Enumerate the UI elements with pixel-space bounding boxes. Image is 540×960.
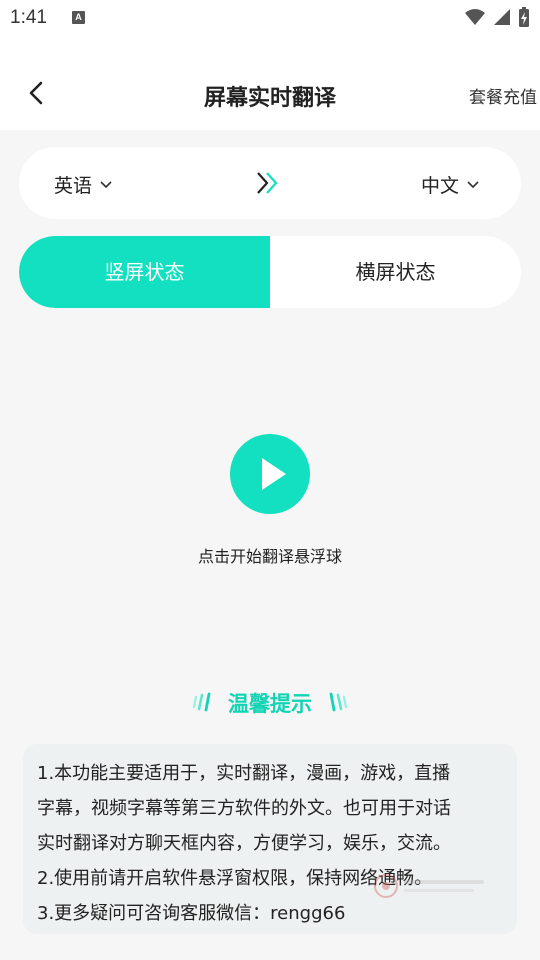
target-language-dropdown[interactable]: 中文	[421, 171, 479, 198]
start-floating-ball-button[interactable]	[230, 434, 310, 514]
battery-icon	[519, 7, 529, 27]
play-icon	[262, 458, 286, 490]
target-language-label: 中文	[421, 175, 460, 197]
package-topup-button[interactable]: 套餐充值	[469, 83, 537, 108]
tab-portrait[interactable]: 竖屏状态	[19, 236, 270, 308]
tip-line: 1.本功能主要适用于，实时翻译，漫画，游戏，直播	[37, 763, 451, 784]
source-language-dropdown[interactable]: 英语	[54, 171, 112, 198]
status-icons	[464, 6, 530, 28]
status-time: 1:41	[10, 7, 47, 28]
status-bar: 1:41 A	[0, 0, 540, 36]
tips-title: 温馨提示	[228, 692, 312, 716]
page-title: 屏幕实时翻译	[203, 86, 336, 111]
notification-icon: A	[72, 11, 85, 24]
play-caption: 点击开始翻译悬浮球	[197, 547, 342, 566]
wifi-icon	[465, 9, 485, 25]
tip-line: 3.更多疑问可咨询客服微信：rengg66	[37, 903, 346, 924]
tip-line: 实时翻译对方聊天框内容，方便学习，娱乐，交流。	[37, 833, 451, 854]
tip-line: 字幕，视频字幕等第三方软件的外文。也可用于对话	[37, 798, 451, 819]
orientation-mode-tabs: 竖屏状态 横屏状态	[19, 236, 521, 308]
signal-icon	[494, 9, 510, 25]
source-language-label: 英语	[54, 175, 93, 197]
tips-decoration-right-icon	[329, 692, 348, 712]
chevron-down-icon	[100, 180, 112, 188]
watermark-logo	[374, 874, 484, 898]
chevron-down-icon	[467, 180, 479, 188]
app-bar: 屏幕实时翻译 套餐充值	[0, 36, 540, 130]
tips-box: 1.本功能主要适用于，实时翻译，漫画，游戏，直播 字幕，视频字幕等第三方软件的外…	[23, 744, 517, 934]
tab-landscape[interactable]: 横屏状态	[270, 236, 521, 308]
swap-direction-icon[interactable]	[255, 169, 283, 197]
language-selector: 英语 中文	[19, 147, 521, 219]
